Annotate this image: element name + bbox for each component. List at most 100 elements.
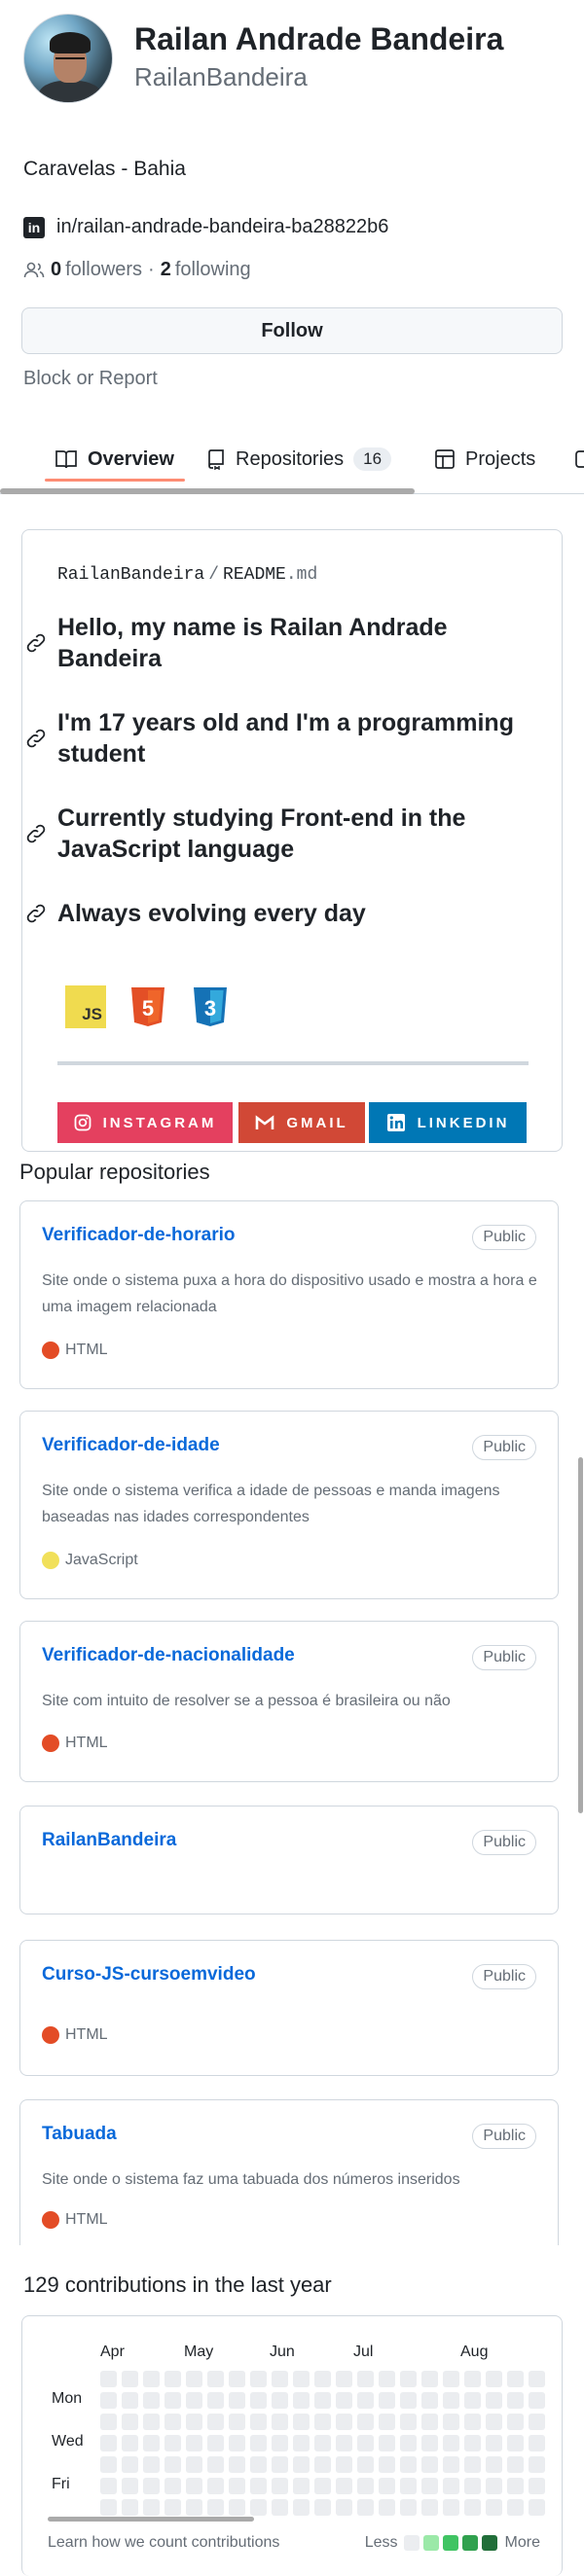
contribution-cell[interactable] (272, 2371, 288, 2387)
contribution-cell[interactable] (100, 2371, 117, 2387)
contribution-cell[interactable] (100, 2456, 117, 2473)
contribution-cell[interactable] (357, 2456, 374, 2473)
contribution-cell[interactable] (357, 2371, 374, 2387)
contribution-cell[interactable] (443, 2499, 459, 2516)
following-count[interactable]: 2 (161, 259, 171, 281)
contribution-cell[interactable] (443, 2478, 459, 2494)
contribution-cell[interactable] (314, 2478, 331, 2494)
contribution-cell[interactable] (250, 2499, 267, 2516)
contribution-cell[interactable] (336, 2456, 352, 2473)
link-icon[interactable] (24, 902, 48, 925)
contribution-cell[interactable] (486, 2414, 502, 2430)
contribution-cell[interactable] (207, 2499, 224, 2516)
contribution-cell[interactable] (314, 2435, 331, 2451)
contribution-cell[interactable] (421, 2435, 438, 2451)
contribution-cell[interactable] (529, 2478, 545, 2494)
contribution-cell[interactable] (507, 2414, 524, 2430)
contribution-cell[interactable] (293, 2499, 310, 2516)
contribution-cell[interactable] (143, 2414, 160, 2430)
contribution-cell[interactable] (186, 2435, 202, 2451)
contribution-cell[interactable] (207, 2478, 224, 2494)
contribution-cell[interactable] (250, 2456, 267, 2473)
contribution-cell[interactable] (122, 2392, 138, 2409)
contribution-cell[interactable] (272, 2478, 288, 2494)
contribution-cell[interactable] (464, 2414, 481, 2430)
contribution-cell[interactable] (379, 2371, 395, 2387)
contribution-cell[interactable] (379, 2435, 395, 2451)
contribution-cell[interactable] (122, 2478, 138, 2494)
contribution-cell[interactable] (464, 2456, 481, 2473)
contribution-cell[interactable] (250, 2435, 267, 2451)
repo-name-link[interactable]: Verificador-de-idade (42, 1435, 220, 1456)
learn-contributions-link[interactable]: Learn how we count contributions (48, 2534, 279, 2552)
tab-projects[interactable]: Projects (434, 424, 535, 493)
contribution-cell[interactable] (357, 2435, 374, 2451)
contribution-cell[interactable] (336, 2414, 352, 2430)
contribution-cell[interactable] (400, 2414, 417, 2430)
contribution-cell[interactable] (122, 2435, 138, 2451)
contribution-cell[interactable] (443, 2456, 459, 2473)
block-report-link[interactable]: Block or Report (23, 368, 158, 390)
link-icon[interactable] (24, 631, 48, 655)
tab-more-icon[interactable] (574, 424, 584, 493)
contribution-cell[interactable] (143, 2499, 160, 2516)
tab-repositories[interactable]: Repositories 16 (206, 424, 392, 493)
contribution-cell[interactable] (229, 2414, 245, 2430)
contribution-cell[interactable] (357, 2414, 374, 2430)
contribution-cell[interactable] (100, 2435, 117, 2451)
contribution-cell[interactable] (164, 2499, 181, 2516)
contribution-cell[interactable] (143, 2456, 160, 2473)
page-scrollbar[interactable] (578, 1457, 583, 1813)
contribution-cell[interactable] (379, 2456, 395, 2473)
contribution-cell[interactable] (529, 2456, 545, 2473)
contribution-cell[interactable] (314, 2392, 331, 2409)
linkedin-button[interactable]: LINKEDIN (369, 1102, 527, 1143)
contribution-cell[interactable] (421, 2392, 438, 2409)
contribution-cell[interactable] (336, 2371, 352, 2387)
instagram-button[interactable]: INSTAGRAM (57, 1102, 233, 1143)
followers-label[interactable]: followers (65, 259, 142, 281)
contribution-cell[interactable] (529, 2392, 545, 2409)
contribution-cell[interactable] (464, 2435, 481, 2451)
contribution-cell[interactable] (421, 2499, 438, 2516)
repo-name-link[interactable]: Curso-JS-cursoemvideo (42, 1964, 256, 1986)
contribution-cell[interactable] (186, 2478, 202, 2494)
readme-file[interactable]: README (223, 565, 286, 585)
contribution-cell[interactable] (464, 2499, 481, 2516)
contribution-cell[interactable] (293, 2371, 310, 2387)
contribution-cell[interactable] (143, 2371, 160, 2387)
avatar[interactable] (23, 14, 113, 103)
contribution-cell[interactable] (507, 2499, 524, 2516)
contribution-cell[interactable] (529, 2371, 545, 2387)
contribution-cell[interactable] (250, 2414, 267, 2430)
following-label[interactable]: following (175, 259, 251, 281)
contribution-cell[interactable] (400, 2435, 417, 2451)
contribution-cell[interactable] (529, 2414, 545, 2430)
repo-name-link[interactable]: RailanBandeira (42, 1830, 176, 1851)
link-icon[interactable] (24, 727, 48, 750)
tabs-scrollbar[interactable] (0, 488, 415, 494)
contribution-cell[interactable] (186, 2392, 202, 2409)
contribution-cell[interactable] (229, 2499, 245, 2516)
contribution-cell[interactable] (100, 2478, 117, 2494)
contribution-cell[interactable] (250, 2478, 267, 2494)
contribution-cell[interactable] (379, 2392, 395, 2409)
contribution-cell[interactable] (464, 2392, 481, 2409)
graph-scrollbar[interactable] (48, 2517, 254, 2522)
contribution-cell[interactable] (486, 2478, 502, 2494)
contribution-cell[interactable] (186, 2414, 202, 2430)
contribution-cell[interactable] (293, 2392, 310, 2409)
contribution-cell[interactable] (164, 2392, 181, 2409)
contribution-cell[interactable] (293, 2414, 310, 2430)
contribution-cell[interactable] (207, 2371, 224, 2387)
contribution-cell[interactable] (357, 2499, 374, 2516)
repo-name-link[interactable]: Tabuada (42, 2124, 117, 2145)
contribution-cell[interactable] (379, 2499, 395, 2516)
contribution-cell[interactable] (229, 2392, 245, 2409)
contribution-cell[interactable] (229, 2435, 245, 2451)
contribution-cell[interactable] (507, 2478, 524, 2494)
link-icon[interactable] (24, 822, 48, 845)
contribution-cell[interactable] (486, 2435, 502, 2451)
follow-button[interactable]: Follow (21, 307, 563, 354)
contribution-cell[interactable] (250, 2371, 267, 2387)
